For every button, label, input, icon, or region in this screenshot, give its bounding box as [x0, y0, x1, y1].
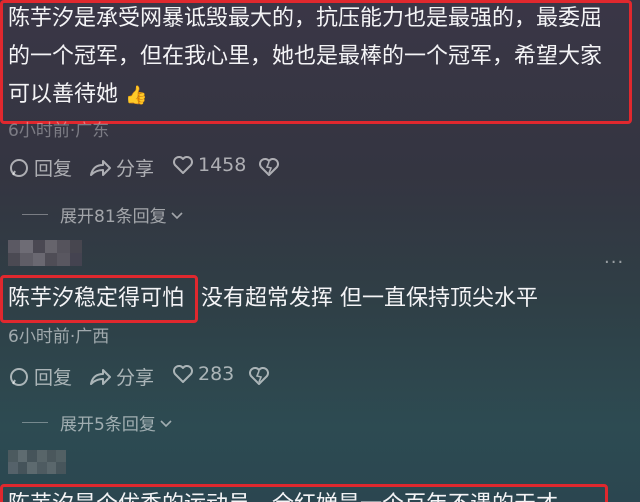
comment-1-text: 陈芋汐是承受网暴诋毁最大的，抗压能力也是最强的，最委屈 的一个冠军，但在我心里，…: [8, 0, 632, 115]
dislike-button-1[interactable]: [258, 156, 284, 178]
comment-3-text: 陈芋汐是个优秀的运动员，全红婵是一个百年不遇的天才: [8, 486, 558, 502]
comment-1-meta: 6小时前·广东: [8, 121, 110, 141]
reply-label: 回复: [34, 158, 73, 180]
share-icon: [90, 159, 111, 176]
reply-button-2[interactable]: 回复: [8, 363, 72, 390]
username-mosaic-2: [8, 240, 82, 266]
divider-line: [22, 214, 48, 215]
share-button-1[interactable]: 分享: [88, 154, 154, 181]
thumbs-up-emoji: 👍: [125, 85, 148, 106]
divider-line: [22, 422, 48, 423]
expand-replies-1[interactable]: 展开81条回复: [22, 202, 184, 227]
like-button-2[interactable]: 283: [172, 363, 234, 385]
comment-1-line-2: 的一个冠军，但在我心里，她也是最棒的一个冠军，希望大家: [8, 44, 603, 69]
comment-1-line-1: 陈芋汐是承受网暴诋毁最大的，抗压能力也是最强的，最委屈: [8, 6, 603, 31]
chevron-down-icon: [160, 419, 172, 427]
heart-icon: [173, 365, 193, 383]
reply-icon: [10, 158, 28, 177]
expand-label: 展开5条回复: [60, 415, 156, 435]
share-button-2[interactable]: 分享: [88, 363, 154, 390]
expand-label: 展开81条回复: [60, 207, 167, 227]
heart-icon: [173, 156, 193, 174]
share-label: 分享: [116, 158, 155, 180]
dislike-button-2[interactable]: [248, 365, 274, 387]
like-count: 1458: [198, 154, 247, 176]
dislike-heart-icon: [249, 367, 269, 385]
reply-button-1[interactable]: 回复: [8, 154, 72, 181]
reply-icon: [10, 367, 28, 386]
share-icon: [90, 368, 111, 385]
comment-2-text: 陈芋汐稳定得可怕 没有超常发挥 但一直保持顶尖水平: [8, 280, 538, 318]
comment-1-line-3: 可以善待她 👍: [8, 76, 632, 115]
comment-3-clip: 陈芋汐是个优秀的运动员，全红婵是一个百年不遇的天才: [0, 484, 640, 502]
like-button-1[interactable]: 1458: [172, 154, 246, 176]
like-count: 283: [198, 363, 235, 385]
dislike-heart-icon: [259, 158, 279, 176]
comment-2-highlight: 陈芋汐稳定得可怕: [8, 286, 185, 311]
comment-2-rest: 没有超常发挥 但一直保持顶尖水平: [201, 286, 539, 311]
chevron-down-icon: [171, 211, 183, 219]
comment-1-line-3-text: 可以善待她: [8, 82, 119, 107]
more-options-icon[interactable]: ···: [604, 252, 624, 273]
username-mosaic-3: [8, 450, 66, 474]
share-label: 分享: [116, 367, 155, 389]
comment-2-meta: 6小时前·广西: [8, 327, 110, 347]
expand-replies-2[interactable]: 展开5条回复: [22, 410, 173, 435]
reply-label: 回复: [34, 367, 73, 389]
